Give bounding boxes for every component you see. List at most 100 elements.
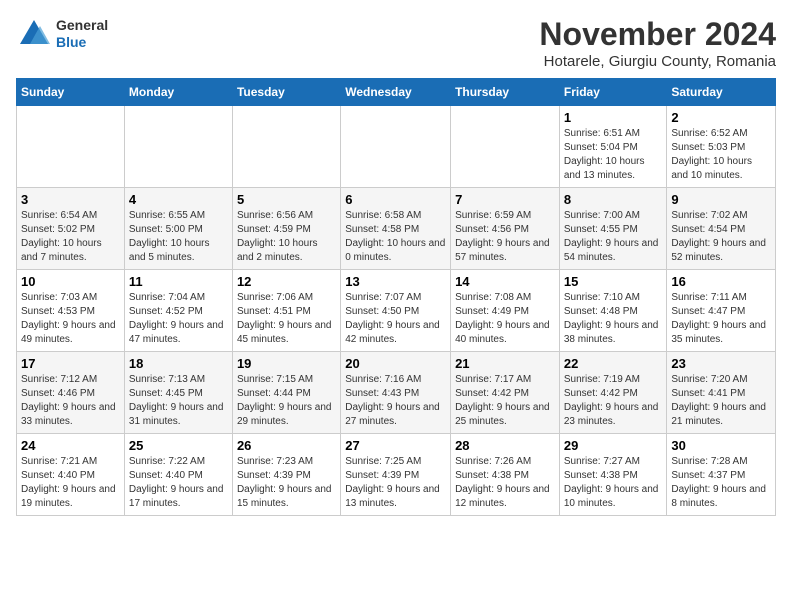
calendar-day-cell bbox=[451, 106, 560, 188]
calendar-day-cell: 27 Sunrise: 7:25 AM Sunset: 4:39 PM Dayli… bbox=[341, 434, 451, 516]
calendar-day-cell: 4 Sunrise: 6:55 AM Sunset: 5:00 PM Daylig… bbox=[124, 188, 232, 270]
day-info: Sunrise: 7:10 AM Sunset: 4:48 PM Dayligh… bbox=[564, 291, 663, 347]
day-number: 21 bbox=[455, 356, 555, 371]
calendar-day-cell: 25 Sunrise: 7:22 AM Sunset: 4:40 PM Dayli… bbox=[124, 434, 232, 516]
day-info: Sunrise: 7:23 AM Sunset: 4:39 PM Dayligh… bbox=[237, 455, 336, 511]
weekday-header-tuesday: Tuesday bbox=[232, 79, 340, 106]
day-number: 5 bbox=[237, 192, 336, 207]
calendar-day-cell: 13Sunrise: 7:07 AM Sunset: 4:50 PM Dayli… bbox=[341, 270, 451, 352]
weekday-header-monday: Monday bbox=[124, 79, 232, 106]
weekday-header-thursday: Thursday bbox=[451, 79, 560, 106]
calendar-week-row: 10 Sunrise: 7:03 AM Sunset: 4:53 PM Dayli… bbox=[17, 270, 776, 352]
calendar-body: 1 Sunrise: 6:51 AM Sunset: 5:04 PM Daylig… bbox=[17, 106, 776, 516]
day-info: Sunrise: 6:51 AM Sunset: 5:04 PM Dayligh… bbox=[564, 127, 663, 183]
day-number: 6 bbox=[345, 192, 446, 207]
calendar-day-cell: 15 Sunrise: 7:10 AM Sunset: 4:48 PM Dayli… bbox=[559, 270, 667, 352]
day-number: 27 bbox=[345, 438, 446, 453]
day-number: 12 bbox=[237, 274, 336, 289]
calendar-day-cell: 6 Sunrise: 6:58 AM Sunset: 4:58 PM Daylig… bbox=[341, 188, 451, 270]
calendar-day-cell: 1 Sunrise: 6:51 AM Sunset: 5:04 PM Daylig… bbox=[559, 106, 667, 188]
calendar-day-cell: 7 Sunrise: 6:59 AM Sunset: 4:56 PM Daylig… bbox=[451, 188, 560, 270]
day-info: Sunrise: 7:12 AM Sunset: 4:46 PM Dayligh… bbox=[21, 373, 120, 429]
logo-general-text: General bbox=[56, 17, 108, 34]
weekday-header-row: SundayMondayTuesdayWednesdayThursdayFrid… bbox=[17, 79, 776, 106]
day-number: 16 bbox=[671, 274, 771, 289]
day-number: 29 bbox=[564, 438, 663, 453]
day-info: Sunrise: 7:00 AM Sunset: 4:55 PM Dayligh… bbox=[564, 209, 663, 265]
day-number: 25 bbox=[129, 438, 228, 453]
day-info: Sunrise: 7:28 AM Sunset: 4:37 PM Dayligh… bbox=[671, 455, 771, 511]
calendar-table: SundayMondayTuesdayWednesdayThursdayFrid… bbox=[16, 78, 776, 516]
calendar-day-cell: 23Sunrise: 7:20 AM Sunset: 4:41 PM Dayli… bbox=[667, 352, 776, 434]
calendar-day-cell: 14 Sunrise: 7:08 AM Sunset: 4:49 PM Dayli… bbox=[451, 270, 560, 352]
day-info: Sunrise: 6:59 AM Sunset: 4:56 PM Dayligh… bbox=[455, 209, 555, 265]
weekday-header-wednesday: Wednesday bbox=[341, 79, 451, 106]
calendar-day-cell: 17Sunrise: 7:12 AM Sunset: 4:46 PM Dayli… bbox=[17, 352, 125, 434]
month-title: November 2024 bbox=[539, 16, 776, 53]
calendar-day-cell: 19 Sunrise: 7:15 AM Sunset: 4:44 PM Dayli… bbox=[232, 352, 340, 434]
day-number: 2 bbox=[671, 110, 771, 125]
day-info: Sunrise: 7:15 AM Sunset: 4:44 PM Dayligh… bbox=[237, 373, 336, 429]
day-info: Sunrise: 7:22 AM Sunset: 4:40 PM Dayligh… bbox=[129, 455, 228, 511]
calendar-week-row: 17Sunrise: 7:12 AM Sunset: 4:46 PM Dayli… bbox=[17, 352, 776, 434]
day-info: Sunrise: 7:17 AM Sunset: 4:42 PM Dayligh… bbox=[455, 373, 555, 429]
calendar-day-cell bbox=[232, 106, 340, 188]
logo-blue-text: Blue bbox=[56, 34, 108, 51]
day-info: Sunrise: 7:02 AM Sunset: 4:54 PM Dayligh… bbox=[671, 209, 771, 265]
day-info: Sunrise: 7:25 AM Sunset: 4:39 PM Dayligh… bbox=[345, 455, 446, 511]
day-info: Sunrise: 6:58 AM Sunset: 4:58 PM Dayligh… bbox=[345, 209, 446, 265]
day-info: Sunrise: 6:52 AM Sunset: 5:03 PM Dayligh… bbox=[671, 127, 771, 183]
location-subtitle: Hotarele, Giurgiu County, Romania bbox=[539, 53, 776, 70]
day-number: 19 bbox=[237, 356, 336, 371]
day-number: 30 bbox=[671, 438, 771, 453]
day-number: 15 bbox=[564, 274, 663, 289]
day-info: Sunrise: 7:03 AM Sunset: 4:53 PM Dayligh… bbox=[21, 291, 120, 347]
day-info: Sunrise: 7:04 AM Sunset: 4:52 PM Dayligh… bbox=[129, 291, 228, 347]
day-number: 14 bbox=[455, 274, 555, 289]
day-number: 28 bbox=[455, 438, 555, 453]
page-header: General Blue November 2024 Hotarele, Giu… bbox=[16, 16, 776, 70]
calendar-day-cell: 22 Sunrise: 7:19 AM Sunset: 4:42 PM Dayli… bbox=[559, 352, 667, 434]
title-area: November 2024 Hotarele, Giurgiu County, … bbox=[539, 16, 776, 70]
calendar-day-cell: 5 Sunrise: 6:56 AM Sunset: 4:59 PM Daylig… bbox=[232, 188, 340, 270]
day-number: 20 bbox=[345, 356, 446, 371]
calendar-day-cell: 18 Sunrise: 7:13 AM Sunset: 4:45 PM Dayli… bbox=[124, 352, 232, 434]
calendar-day-cell: 16Sunrise: 7:11 AM Sunset: 4:47 PM Dayli… bbox=[667, 270, 776, 352]
weekday-header-friday: Friday bbox=[559, 79, 667, 106]
calendar-week-row: 3 Sunrise: 6:54 AM Sunset: 5:02 PM Daylig… bbox=[17, 188, 776, 270]
day-number: 10 bbox=[21, 274, 120, 289]
calendar-day-cell: 9 Sunrise: 7:02 AM Sunset: 4:54 PM Daylig… bbox=[667, 188, 776, 270]
day-info: Sunrise: 7:07 AM Sunset: 4:50 PM Dayligh… bbox=[345, 291, 446, 347]
calendar-day-cell: 12Sunrise: 7:06 AM Sunset: 4:51 PM Dayli… bbox=[232, 270, 340, 352]
day-number: 3 bbox=[21, 192, 120, 207]
calendar-day-cell: 26 Sunrise: 7:23 AM Sunset: 4:39 PM Dayli… bbox=[232, 434, 340, 516]
calendar-header: SundayMondayTuesdayWednesdayThursdayFrid… bbox=[17, 79, 776, 106]
weekday-header-sunday: Sunday bbox=[17, 79, 125, 106]
day-number: 26 bbox=[237, 438, 336, 453]
day-info: Sunrise: 7:16 AM Sunset: 4:43 PM Dayligh… bbox=[345, 373, 446, 429]
calendar-week-row: 24Sunrise: 7:21 AM Sunset: 4:40 PM Dayli… bbox=[17, 434, 776, 516]
calendar-day-cell: 11Sunrise: 7:04 AM Sunset: 4:52 PM Dayli… bbox=[124, 270, 232, 352]
day-number: 7 bbox=[455, 192, 555, 207]
day-info: Sunrise: 6:56 AM Sunset: 4:59 PM Dayligh… bbox=[237, 209, 336, 265]
day-info: Sunrise: 6:55 AM Sunset: 5:00 PM Dayligh… bbox=[129, 209, 228, 265]
day-number: 9 bbox=[671, 192, 771, 207]
logo-icon bbox=[16, 16, 52, 52]
day-number: 8 bbox=[564, 192, 663, 207]
logo: General Blue bbox=[16, 16, 108, 52]
day-number: 18 bbox=[129, 356, 228, 371]
day-info: Sunrise: 6:54 AM Sunset: 5:02 PM Dayligh… bbox=[21, 209, 120, 265]
calendar-day-cell bbox=[17, 106, 125, 188]
day-info: Sunrise: 7:19 AM Sunset: 4:42 PM Dayligh… bbox=[564, 373, 663, 429]
day-info: Sunrise: 7:21 AM Sunset: 4:40 PM Dayligh… bbox=[21, 455, 120, 511]
calendar-day-cell: 20 Sunrise: 7:16 AM Sunset: 4:43 PM Dayli… bbox=[341, 352, 451, 434]
day-number: 1 bbox=[564, 110, 663, 125]
day-info: Sunrise: 7:13 AM Sunset: 4:45 PM Dayligh… bbox=[129, 373, 228, 429]
day-info: Sunrise: 7:08 AM Sunset: 4:49 PM Dayligh… bbox=[455, 291, 555, 347]
calendar-day-cell: 2 Sunrise: 6:52 AM Sunset: 5:03 PM Daylig… bbox=[667, 106, 776, 188]
day-number: 4 bbox=[129, 192, 228, 207]
calendar-day-cell: 24Sunrise: 7:21 AM Sunset: 4:40 PM Dayli… bbox=[17, 434, 125, 516]
day-info: Sunrise: 7:26 AM Sunset: 4:38 PM Dayligh… bbox=[455, 455, 555, 511]
calendar-day-cell: 29Sunrise: 7:27 AM Sunset: 4:38 PM Dayli… bbox=[559, 434, 667, 516]
day-number: 22 bbox=[564, 356, 663, 371]
